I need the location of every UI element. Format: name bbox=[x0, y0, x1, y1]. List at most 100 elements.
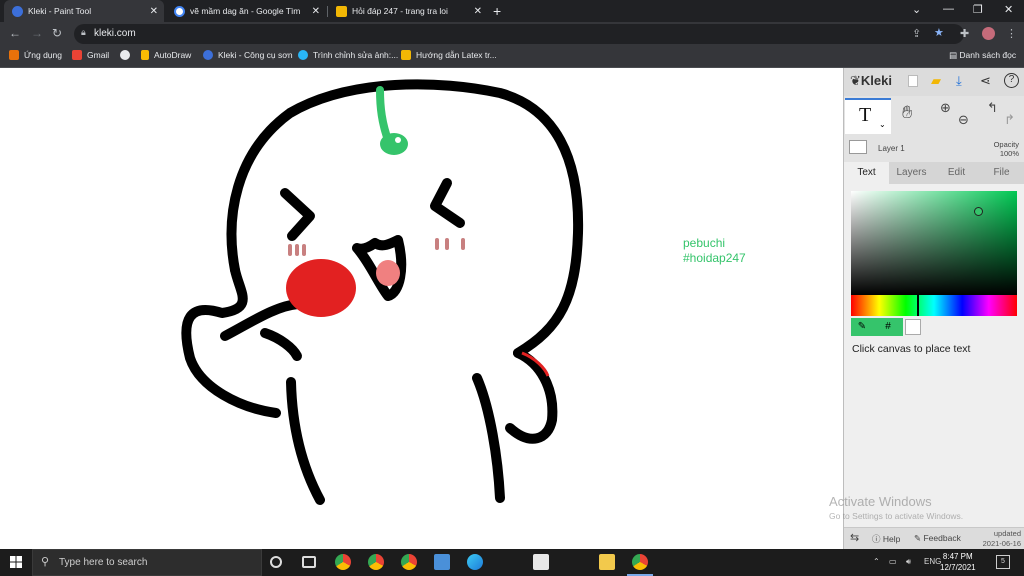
extensions-icon[interactable]: ✚ bbox=[960, 27, 969, 40]
help-icon[interactable]: ? bbox=[1004, 73, 1019, 88]
kleki-logo[interactable]: ❦Kleki bbox=[850, 73, 892, 89]
reading-list[interactable]: ▤ Danh sách đọc bbox=[949, 50, 1016, 61]
text-tool-button[interactable]: T ⌄ bbox=[845, 98, 891, 134]
store-icon[interactable] bbox=[434, 554, 450, 570]
secondary-color-swatch[interactable] bbox=[905, 319, 921, 335]
zoom-in-icon[interactable]: ⊕ bbox=[940, 100, 951, 116]
undo-icon[interactable]: ↰ bbox=[987, 100, 998, 116]
bookmark-latex[interactable]: Hướng dẫn Latex tr... bbox=[401, 50, 497, 60]
edge-icon[interactable] bbox=[467, 554, 483, 570]
canvas-text-line2: #hoidap247 bbox=[683, 251, 746, 265]
windows-start-icon[interactable] bbox=[10, 556, 22, 568]
bookmark-photo-editor[interactable]: Trình chỉnh sửa ảnh:... bbox=[298, 50, 398, 60]
saturation-value-picker[interactable] bbox=[851, 191, 1017, 295]
taskbar: ⚲ Type here to search ⌃ ▭ 🔊︎ ENG 8:47 PM… bbox=[0, 549, 1024, 576]
network-icon[interactable]: ▭ bbox=[889, 557, 897, 566]
hue-slider[interactable] bbox=[851, 295, 1017, 316]
search-placeholder: Type here to search bbox=[59, 557, 148, 568]
back-icon[interactable]: ← bbox=[9, 26, 21, 40]
hoidap-icon bbox=[401, 50, 411, 60]
drawing-canvas[interactable]: pebuchi #hoidap247 bbox=[0, 68, 843, 549]
layer-opacity[interactable]: Opacity 100% bbox=[994, 140, 1019, 158]
left-hand bbox=[260, 328, 302, 361]
task-view-icon[interactable] bbox=[302, 556, 316, 568]
updated-info[interactable]: updated 2021-06-16 bbox=[983, 529, 1021, 549]
close-icon[interactable]: ✕ bbox=[312, 6, 320, 17]
language-indicator[interactable]: ENG bbox=[924, 557, 941, 566]
open-folder-icon[interactable]: ▰ bbox=[931, 73, 941, 89]
tab-text[interactable]: Text bbox=[844, 162, 889, 184]
menu-icon[interactable]: ⋮ bbox=[1006, 27, 1017, 40]
cortana-icon[interactable] bbox=[270, 556, 282, 568]
tray-expand-icon[interactable]: ⌃ bbox=[873, 557, 880, 566]
volume-icon[interactable]: 🔊︎ bbox=[906, 557, 911, 567]
reload-icon[interactable]: ↻ bbox=[52, 26, 62, 40]
feedback-link[interactable]: ✎ Feedback bbox=[914, 533, 961, 544]
tab-kleki[interactable]: Kleki - Paint Tool ✕ bbox=[4, 0, 164, 22]
forward-icon[interactable]: → bbox=[31, 26, 43, 40]
chevron-down-icon[interactable]: ⌄ bbox=[879, 120, 886, 129]
new-image-icon[interactable] bbox=[908, 75, 918, 87]
redo-icon[interactable]: ↱ bbox=[1004, 112, 1015, 128]
kleki-logo-icon: ❦ bbox=[850, 73, 861, 88]
notifications-icon[interactable]: 5 bbox=[996, 555, 1010, 569]
app-icon[interactable] bbox=[533, 554, 549, 570]
bookmark-gmail[interactable]: Gmail bbox=[72, 50, 109, 60]
swap-icon[interactable]: ⇆ bbox=[850, 531, 859, 544]
close-icon[interactable]: ✕ bbox=[474, 6, 482, 17]
reading-list-icon: ▤ bbox=[949, 50, 960, 60]
share-icon[interactable]: ⋖ bbox=[980, 73, 991, 89]
profile-avatar[interactable] bbox=[982, 27, 995, 40]
bookmark-apps[interactable]: Ứng dụng bbox=[9, 50, 62, 60]
tab-edit[interactable]: Edit bbox=[934, 162, 979, 184]
panel-tabs: Text Layers Edit File bbox=[844, 162, 1024, 184]
download-icon[interactable]: ⤓ bbox=[956, 73, 962, 89]
eyedropper-icon[interactable]: ✎ bbox=[851, 318, 873, 336]
help-link[interactable]: ⓘ Help bbox=[872, 533, 900, 545]
bookmark-autodraw[interactable]: AutoDraw bbox=[141, 50, 191, 60]
hand-tool-icon[interactable]: ✋︎ bbox=[902, 102, 912, 123]
tab-search-icon[interactable]: ⌄ bbox=[912, 3, 921, 16]
tab-title: Kleki - Paint Tool bbox=[28, 6, 92, 16]
new-tab-icon[interactable]: + bbox=[493, 3, 501, 19]
tongue bbox=[376, 260, 400, 286]
taskbar-search[interactable]: ⚲ Type here to search bbox=[32, 549, 262, 576]
kleki-panel: ❦Kleki ▰ ⤓ ⋖ ? T ⌄ ✋︎ ⊕ ⊖ ↰ ↱ Layer 1 Op… bbox=[843, 68, 1024, 549]
file-explorer-icon[interactable] bbox=[599, 554, 615, 570]
address-bar[interactable]: 🔒︎ kleki.com ⇪ ★ bbox=[74, 24, 964, 44]
right-eye bbox=[430, 178, 465, 228]
tab-layers[interactable]: Layers bbox=[889, 162, 934, 184]
close-icon[interactable]: ✕ bbox=[150, 6, 158, 17]
window-close-icon[interactable]: ✕ bbox=[1004, 3, 1013, 16]
lock-icon[interactable]: 🔒︎ bbox=[81, 27, 86, 38]
gmail-icon bbox=[72, 50, 82, 60]
share-icon[interactable]: ⇪ bbox=[912, 27, 921, 40]
chrome-profile-2-icon[interactable] bbox=[401, 554, 417, 570]
color-picker-handle[interactable] bbox=[974, 207, 983, 216]
kleki-icon bbox=[203, 50, 213, 60]
chrome-active-icon[interactable] bbox=[632, 554, 648, 570]
tab-google-search[interactable]: vẽ mầm dag ăn - Google Tìm kiế ✕ bbox=[166, 0, 326, 22]
minimize-icon[interactable]: — bbox=[943, 3, 954, 15]
chrome-icon[interactable] bbox=[335, 554, 351, 570]
bookmark-kleki[interactable]: Kleki - Công cụ sơn bbox=[203, 50, 293, 60]
chrome-profile-icon[interactable] bbox=[368, 554, 384, 570]
autodraw-icon bbox=[141, 50, 149, 60]
bookmark-star-icon[interactable]: ★ bbox=[934, 26, 944, 39]
clock[interactable]: 8:47 PM 12/7/2021 bbox=[940, 551, 976, 573]
hex-input-button[interactable]: # bbox=[873, 318, 903, 336]
kleki-favicon-icon bbox=[12, 5, 23, 17]
tab-file[interactable]: File bbox=[979, 162, 1024, 184]
tab-strip: Kleki - Paint Tool ✕ vẽ mầm dag ăn - Goo… bbox=[0, 0, 1024, 22]
browser-toolbar: ← → ↻ 🔒︎ kleki.com ⇪ ★ ✚ ⋮ bbox=[0, 22, 1024, 46]
text-tool-hint: Click canvas to place text bbox=[852, 343, 971, 355]
layer-row[interactable]: Layer 1 Opacity 100% bbox=[844, 136, 1024, 160]
bookmark-globe[interactable] bbox=[120, 50, 135, 60]
maximize-icon[interactable]: ❐ bbox=[973, 3, 983, 16]
layer-thumbnail bbox=[849, 140, 867, 154]
canvas-text: pebuchi #hoidap247 bbox=[683, 236, 746, 266]
tab-hoidap247[interactable]: Hỏi đáp 247 - trang tra loi ✕ bbox=[328, 0, 488, 22]
zoom-out-icon[interactable]: ⊖ bbox=[958, 112, 969, 128]
url-text[interactable]: kleki.com bbox=[94, 28, 136, 39]
hue-slider-handle[interactable] bbox=[917, 295, 919, 316]
